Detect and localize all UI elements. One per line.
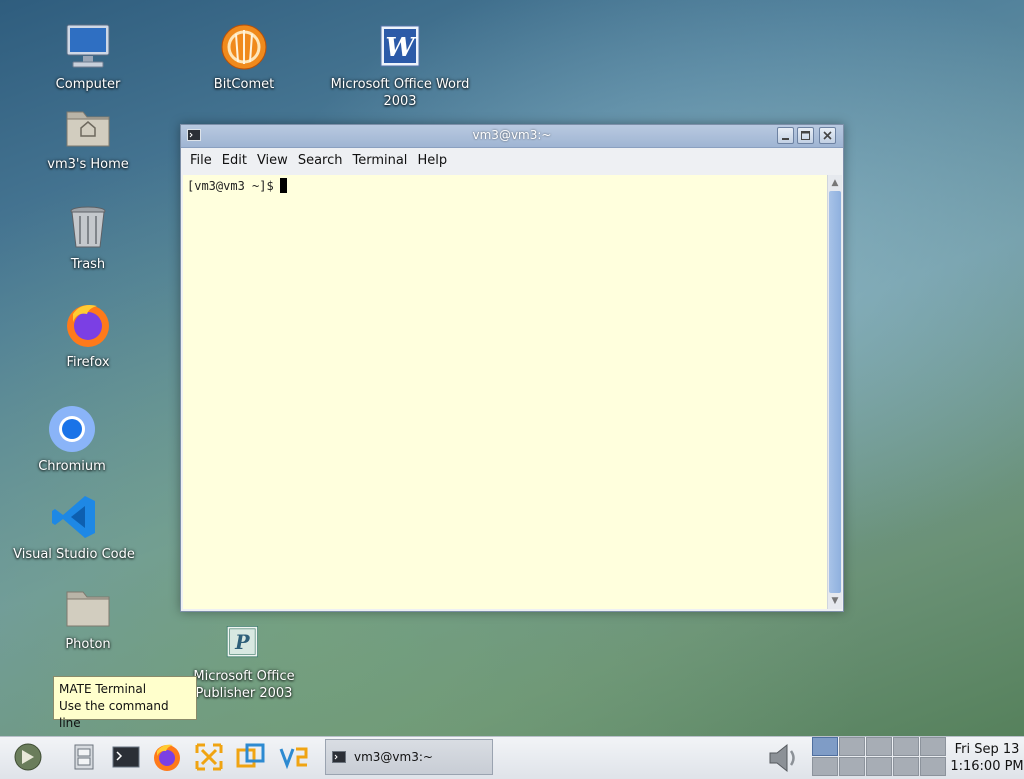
workspace-7[interactable] (839, 757, 865, 776)
task-label: vm3@vm3:~ (354, 750, 433, 764)
workspace-6[interactable] (812, 757, 838, 776)
launcher-tooltip: MATE Terminal Use the command line (53, 676, 197, 730)
desktop-icon-label: Visual Studio Code (13, 547, 135, 562)
scroll-up-icon[interactable]: ▲ (830, 178, 840, 188)
desktop-icon-label: Microsoft Office Word 2003 (330, 77, 470, 109)
file-manager-icon[interactable] (68, 741, 100, 773)
minimize-icon (782, 138, 789, 140)
close-icon (823, 131, 832, 140)
desktop-icon-label: Chromium (38, 459, 106, 474)
desktop-icon-trash[interactable]: Trash (18, 202, 158, 273)
menu-edit[interactable]: Edit (217, 148, 252, 168)
folder-icon (66, 591, 110, 627)
menu-bar: File Edit View Search Terminal Help (181, 148, 843, 174)
vmware-remote-console-icon[interactable] (278, 741, 310, 773)
publisher-icon: P (226, 626, 258, 658)
clock-time: 1:16:00 PM (950, 759, 1024, 774)
workspace-9[interactable] (893, 757, 919, 776)
desktop-icon-label: BitComet (213, 77, 275, 92)
workspace-5[interactable] (920, 737, 946, 756)
terminal-icon (332, 751, 346, 763)
workspace-10[interactable] (920, 757, 946, 776)
svg-text:W: W (385, 33, 417, 63)
minimize-button[interactable] (777, 127, 794, 144)
svg-text:P: P (234, 631, 250, 654)
taskbar-task-terminal[interactable]: vm3@vm3:~ (325, 739, 493, 775)
desktop-icon-chromium[interactable]: Chromium (2, 404, 142, 475)
prompt-text: [vm3@vm3 ~]$ (187, 179, 274, 193)
menu-file[interactable]: File (185, 148, 217, 168)
window-title: vm3@vm3:~ (472, 128, 552, 142)
maximize-icon (801, 131, 810, 140)
terminal-window[interactable]: vm3@vm3:~ File Edit View Search Terminal Help… (180, 124, 844, 612)
workspace-2[interactable] (839, 737, 865, 756)
desktop-icon-firefox[interactable]: Firefox (18, 300, 158, 371)
volume-icon[interactable] (764, 739, 802, 777)
terminal-prompt: [vm3@vm3 ~]$ (187, 178, 287, 193)
workspace-8[interactable] (866, 757, 892, 776)
vertical-scrollbar[interactable]: ▲ ▼ (827, 175, 842, 609)
workspace-1[interactable] (812, 737, 838, 756)
menu-launcher-icon[interactable] (12, 741, 44, 773)
taskbar: vm3@vm3:~ Fri Sep 13 1:16:00 PM (0, 736, 1024, 779)
home-folder-icon (66, 111, 110, 147)
desktop-icon-computer[interactable]: Computer (18, 22, 158, 93)
clock[interactable]: Fri Sep 13 1:16:00 PM (950, 741, 1024, 775)
desktop-icon-vscode[interactable]: Visual Studio Code (4, 492, 144, 563)
desktop-icon-label: Photon (65, 637, 111, 652)
desktop-icon-label: Firefox (66, 355, 110, 370)
clock-date: Fri Sep 13 (954, 742, 1020, 757)
tooltip-description: Use the command line (59, 699, 169, 730)
workspace-3[interactable] (866, 737, 892, 756)
desktop-icon-photon[interactable]: Photon (18, 582, 158, 653)
chromium-icon (49, 406, 95, 452)
desktop-icon-home[interactable]: vm3's Home (18, 102, 158, 173)
menu-terminal[interactable]: Terminal (347, 148, 412, 168)
firefox-icon (67, 305, 109, 347)
bitcomet-icon (221, 24, 267, 70)
terminal-area[interactable]: [vm3@vm3 ~]$ (183, 175, 827, 609)
vscode-icon (52, 496, 95, 538)
desktop-icon-label: Computer (55, 77, 121, 92)
vmware-player-icon[interactable] (235, 741, 267, 773)
desktop-icon-label: Trash (70, 257, 106, 272)
workspace-switcher[interactable] (812, 737, 948, 777)
firefox-launcher-icon[interactable] (151, 741, 183, 773)
menu-help[interactable]: Help (412, 148, 452, 168)
menu-view[interactable]: View (252, 148, 293, 168)
maximize-button[interactable] (797, 127, 814, 144)
word-icon: W (380, 25, 420, 67)
menu-search[interactable]: Search (293, 148, 348, 168)
terminal-launcher-icon[interactable] (110, 741, 142, 773)
workspace-4[interactable] (893, 737, 919, 756)
trash-icon (70, 206, 106, 248)
desktop-icon-label: vm3's Home (47, 157, 129, 172)
desktop-icon-bitcomet[interactable]: BitComet (174, 22, 314, 93)
window-titlebar[interactable]: vm3@vm3:~ (181, 125, 843, 148)
desktop-icon-word[interactable]: W Microsoft Office Word 2003 (330, 22, 470, 110)
close-button[interactable] (819, 127, 836, 144)
vmware-workstation-icon[interactable] (193, 741, 225, 773)
scroll-thumb[interactable] (829, 191, 841, 593)
computer-icon (66, 24, 110, 68)
tooltip-title: MATE Terminal (59, 682, 147, 696)
text-cursor (279, 178, 287, 193)
scroll-down-icon[interactable]: ▼ (830, 596, 840, 606)
